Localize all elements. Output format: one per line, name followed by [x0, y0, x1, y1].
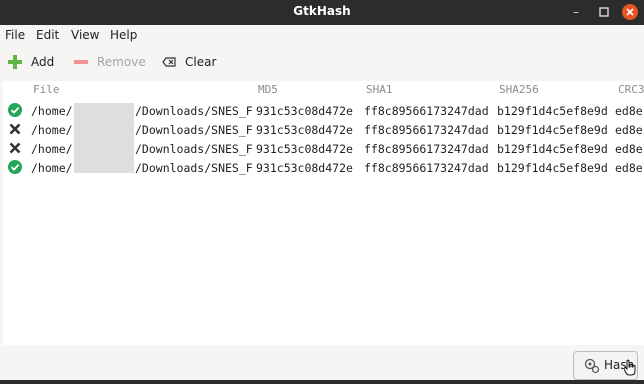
cross-icon — [9, 123, 21, 135]
crc32-cell: ed8e — [615, 123, 643, 137]
column-header-sha1[interactable]: SHA1 — [366, 83, 393, 96]
remove-icon — [74, 60, 88, 64]
remove-button[interactable]: Remove — [74, 53, 146, 71]
check-icon — [8, 160, 22, 174]
column-header-file[interactable]: File — [33, 83, 60, 96]
file-path-end: /Downloads/SNES_F — [135, 161, 252, 175]
title-bar: GtkHash – — [0, 0, 644, 25]
clear-button[interactable]: Clear — [162, 53, 217, 71]
column-header-md5[interactable]: MD5 — [258, 83, 278, 96]
md5-cell: 931c53c08d472e — [256, 123, 353, 137]
menu-file[interactable]: File — [5, 28, 25, 42]
clear-icon — [162, 57, 176, 67]
file-path-end: /Downloads/SNES_F — [135, 142, 252, 156]
file-path-start: /home/ — [31, 142, 73, 156]
sha1-cell: ff8c89566173247dad — [364, 142, 489, 156]
add-button[interactable]: Add — [8, 53, 58, 71]
close-icon[interactable] — [622, 4, 638, 20]
hash-button[interactable]: Hash — [573, 351, 638, 380]
maximize-icon[interactable] — [596, 4, 612, 20]
column-header-crc32[interactable]: CRC32 — [618, 83, 644, 96]
pointer-hand-icon — [624, 360, 636, 376]
sha256-cell: b129f1d4c5ef8e9d — [497, 123, 608, 137]
sha256-cell: b129f1d4c5ef8e9d — [497, 104, 608, 118]
minimize-icon[interactable]: – — [568, 4, 584, 20]
md5-cell: 931c53c08d472e — [256, 142, 353, 156]
file-path-end: /Downloads/SNES_F — [135, 123, 252, 137]
sha1-cell: ff8c89566173247dad — [364, 123, 489, 137]
crc32-cell: ed8e — [615, 104, 643, 118]
column-header-sha256[interactable]: SHA256 — [499, 83, 539, 96]
sha256-cell: b129f1d4c5ef8e9d — [497, 161, 608, 175]
add-label: Add — [31, 55, 55, 69]
remove-label: Remove — [97, 55, 146, 69]
menu-edit[interactable]: Edit — [36, 28, 59, 42]
toolbar: Add Remove Clear — [0, 45, 644, 79]
menu-help[interactable]: Help — [110, 28, 137, 42]
gears-icon — [584, 358, 600, 374]
menu-view[interactable]: View — [71, 28, 99, 42]
file-path-end: /Downloads/SNES_F — [135, 104, 252, 118]
redacted-username — [74, 103, 134, 173]
md5-cell: 931c53c08d472e — [256, 104, 353, 118]
menu-bar: File Edit View Help — [0, 25, 644, 45]
crc32-cell: ed8e — [615, 161, 643, 175]
cross-icon — [9, 142, 21, 154]
window-bottom-edge — [0, 380, 644, 384]
window-title: GtkHash — [293, 4, 351, 18]
sha1-cell: ff8c89566173247dad — [364, 161, 489, 175]
file-path-start: /home/ — [31, 104, 73, 118]
status-bar — [0, 345, 644, 384]
md5-cell: 931c53c08d472e — [256, 161, 353, 175]
file-path-start: /home/ — [31, 123, 73, 137]
file-path-start: /home/ — [31, 161, 73, 175]
sha256-cell: b129f1d4c5ef8e9d — [497, 142, 608, 156]
sha1-cell: ff8c89566173247dad — [364, 104, 489, 118]
check-icon — [8, 103, 22, 117]
add-icon — [8, 55, 22, 69]
clear-label: Clear — [185, 55, 217, 69]
crc32-cell: ed8e — [615, 142, 643, 156]
app-window: GtkHash – File Edit View Help Add Remove — [0, 0, 644, 384]
